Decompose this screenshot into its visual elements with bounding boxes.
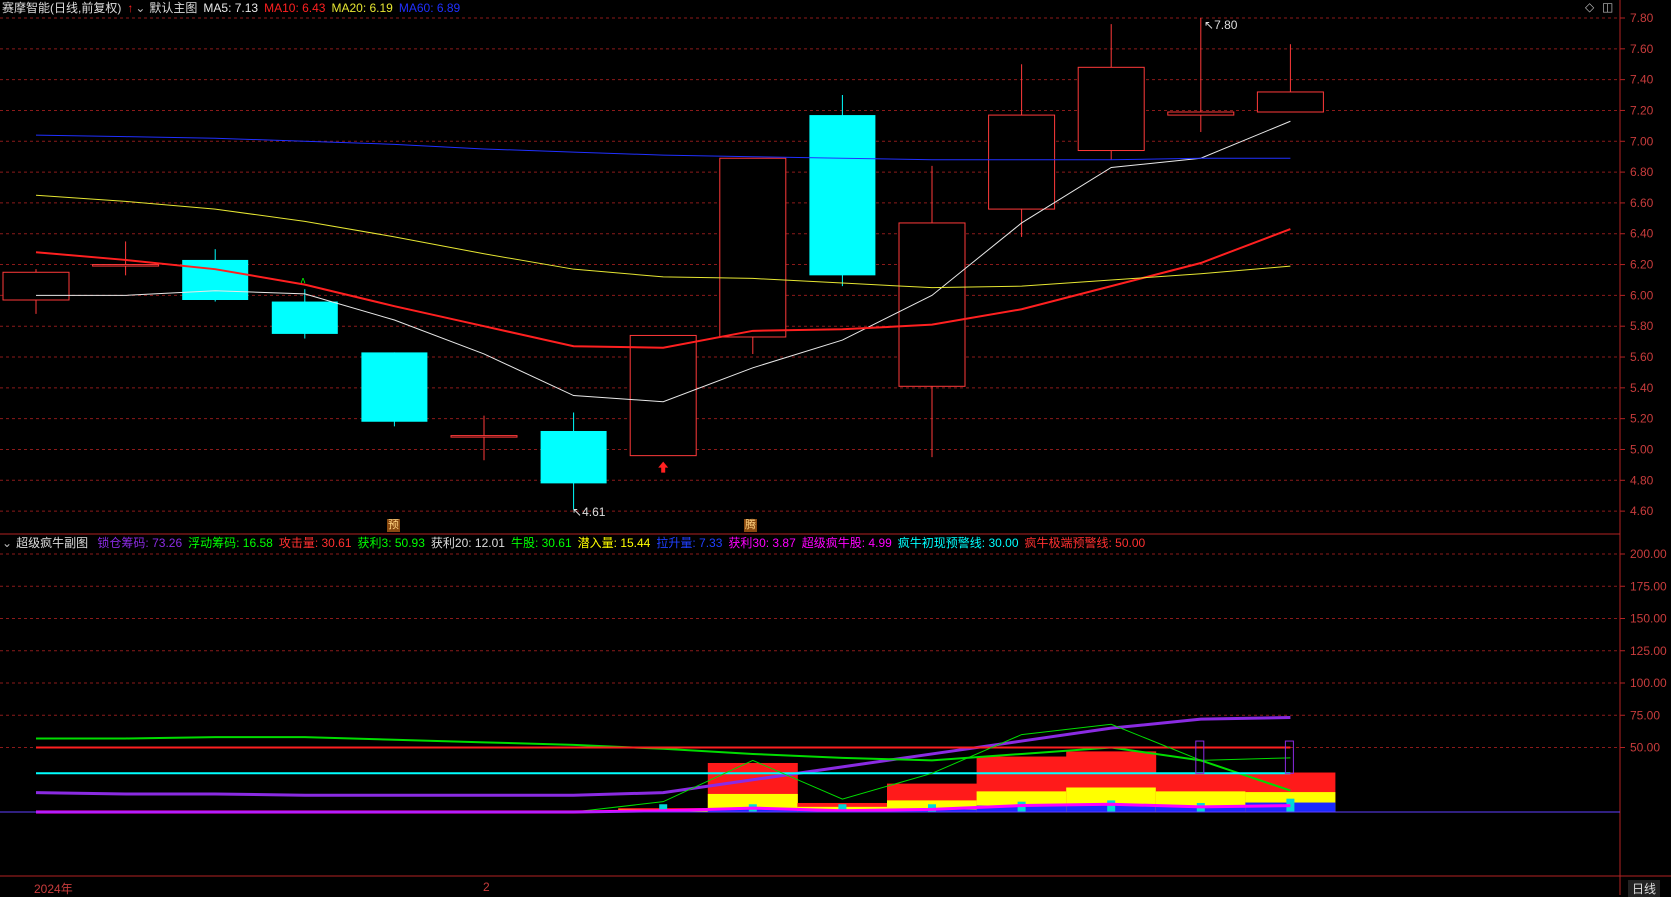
candle-body-up <box>719 157 787 338</box>
sub-indicator-0: 锁仓筹码: 73.26 <box>97 536 183 550</box>
candle-body-up <box>988 114 1056 210</box>
diamond-icon[interactable]: ◇ <box>1585 0 1594 14</box>
ma10-value: MA10: 6.43 <box>264 1 326 15</box>
stock-chart[interactable]: 4.60 4.80 5.00 5.20 5.40 5.60 5.80 6.00 6.20 6.40… <box>0 0 1671 895</box>
candle-body-up <box>1256 91 1324 113</box>
sub-chart-header: ⌄ 超级疯牛副图 锁仓筹码: 73.26 浮动筹码: 16.58 攻击量: 30.61… <box>2 535 1151 551</box>
sub-tick-label: 50.00 <box>1630 741 1660 755</box>
main-chart-header: 赛摩智能(日线,前复权) ↑ ⌄ 默认主图 MA5: 7.13 MA10: 6.43 MA2… <box>2 0 466 16</box>
sub-indicator-4: 获利20: 12.01 <box>430 536 505 550</box>
main-tick-label: 5.00 <box>1630 442 1654 456</box>
sub-tick-label: 150.00 <box>1630 612 1667 626</box>
sub-tick-label: 125.00 <box>1630 644 1667 658</box>
main-tick-label: 5.80 <box>1630 319 1654 333</box>
x-label-month: 2 <box>483 880 490 894</box>
low-price-value: 4.61 <box>582 505 606 519</box>
candle-body-up <box>450 435 518 438</box>
green-signal-mark: ʌ <box>301 275 306 285</box>
stock-title[interactable]: 赛摩智能(日线,前复权) <box>2 1 121 15</box>
window-toggle-icon[interactable]: ◫ <box>1602 0 1613 14</box>
sub-indicator-2: 攻击量: 30.61 <box>278 536 352 550</box>
sub-indicator-1: 浮动筹码: 16.58 <box>188 536 273 550</box>
main-tick-label: 4.80 <box>1630 473 1654 487</box>
candle-body-up <box>629 334 697 457</box>
candle-body-up <box>1077 66 1145 152</box>
main-tick-label: 7.60 <box>1630 42 1654 56</box>
sub-indicator-10: 疯牛初现预警线: 30.00 <box>897 536 1019 550</box>
high-price-label: ↖7.80 <box>1204 18 1238 32</box>
main-tick-label: 6.40 <box>1630 227 1654 241</box>
chevron-down-icon[interactable]: ⌄ <box>2 536 12 550</box>
candle-body-down <box>361 352 428 422</box>
sub-indicator-11: 疯牛极端预警线: 50.00 <box>1024 536 1146 550</box>
main-tick-label: 5.20 <box>1630 412 1654 426</box>
high-price-value: 7.80 <box>1214 18 1238 32</box>
main-tick-label: 7.00 <box>1630 134 1654 148</box>
candle-body-down <box>540 430 607 484</box>
sub-tick-label: 100.00 <box>1630 676 1667 690</box>
sub-indicator-9: 超级疯牛股: 4.99 <box>801 536 892 550</box>
ma20-value: MA20: 6.19 <box>331 1 393 15</box>
candle-body-down <box>809 115 876 276</box>
main-tick-label: 4.60 <box>1630 504 1654 518</box>
sub-tick-label: 175.00 <box>1630 579 1667 593</box>
main-tick-label: 5.40 <box>1630 381 1654 395</box>
main-tick-label: 6.60 <box>1630 196 1654 210</box>
main-tick-label: 7.40 <box>1630 73 1654 87</box>
main-tick-label: 5.60 <box>1630 350 1654 364</box>
sub-indicator-7: 拉升量: 7.33 <box>656 536 723 550</box>
sub-indicator-3: 获利3: 50.93 <box>357 536 425 550</box>
sub-indicator-5: 牛股: 30.61 <box>510 536 572 550</box>
ma5-value: MA5: 7.13 <box>203 1 259 15</box>
sub-chart-name[interactable]: 超级疯牛副图 <box>16 536 88 550</box>
chevron-down-icon[interactable]: ⌄ <box>135 1 145 15</box>
main-tick-label: 6.00 <box>1630 288 1654 302</box>
candle-body-up <box>92 264 160 267</box>
low-price-label: ↖4.61 <box>572 505 606 519</box>
ma60-value: MA60: 6.89 <box>398 1 461 15</box>
x-label-year: 2024年 <box>34 882 73 896</box>
up-arrow-icon: ↑ <box>127 1 134 15</box>
buy-signal-arrow <box>658 461 669 473</box>
cyan-marker-bar <box>1107 800 1116 812</box>
sub-tick-label: 200.00 <box>1630 547 1667 561</box>
period-button[interactable]: 日线 <box>1628 880 1661 897</box>
signal-teng-badge: 腾 <box>744 519 757 532</box>
main-tick-label: 6.80 <box>1630 165 1654 179</box>
candle-body-up <box>1167 111 1235 116</box>
sub-indicator-6: 潜入量: 15.44 <box>577 536 651 550</box>
sub-tick-label: 75.00 <box>1630 708 1660 722</box>
purple-outline-box <box>1284 740 1294 774</box>
candle-body-down <box>271 301 338 334</box>
sub-indicator-8: 获利30: 3.87 <box>728 536 796 550</box>
main-tick-label: 6.20 <box>1630 258 1654 272</box>
main-tick-label: 7.20 <box>1630 103 1654 117</box>
candle-body-up <box>898 222 966 387</box>
signal-yu-badge: 预 <box>387 519 400 532</box>
main-tick-label: 7.80 <box>1630 11 1654 25</box>
main-chart-name[interactable]: 默认主图 <box>149 1 197 15</box>
purple-outline-box <box>1195 740 1205 774</box>
